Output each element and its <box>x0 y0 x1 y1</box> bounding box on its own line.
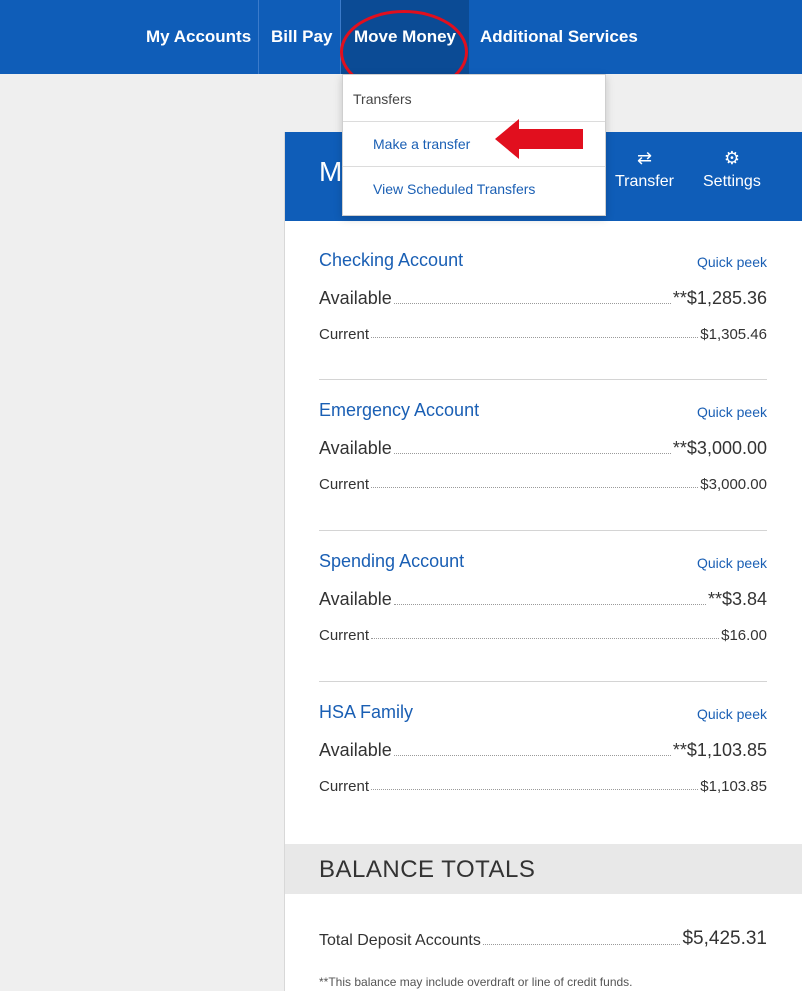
available-label: Available <box>319 288 392 308</box>
leader-dots <box>393 604 706 605</box>
leader-dots <box>371 487 699 488</box>
current-row: Current $16.00 <box>319 627 767 644</box>
make-transfer-link[interactable]: Make a transfer <box>373 136 470 152</box>
available-label: Available <box>319 740 392 760</box>
current-label: Current <box>319 627 370 644</box>
available-balance: **$1,103.85 <box>672 740 767 760</box>
red-arrow-icon <box>495 119 583 159</box>
available-row: Available **$3,000.00 <box>319 438 767 459</box>
transfer-label: Transfer <box>615 173 674 190</box>
settings-label: Settings <box>703 173 761 190</box>
quick-peek-link[interactable]: Quick peek <box>697 555 767 571</box>
account-card: Checking Account Quick peek Available **… <box>319 250 767 360</box>
nav-additional-services[interactable]: Additional Services <box>480 0 638 74</box>
gear-icon: ⚙ <box>723 148 740 168</box>
account-name[interactable]: Checking Account <box>319 250 463 271</box>
transfer-icon: ⇄ <box>636 148 653 168</box>
account-divider <box>319 530 767 531</box>
available-balance: **$3,000.00 <box>672 438 767 458</box>
current-balance: $16.00 <box>721 627 767 644</box>
leader-dots <box>371 337 699 338</box>
current-balance: $1,305.46 <box>700 326 767 343</box>
current-label: Current <box>319 778 370 795</box>
total-deposit-value: $5,425.31 <box>682 928 767 949</box>
available-row: Available **$1,103.85 <box>319 740 767 761</box>
transfer-button[interactable]: ⇄ Transfer <box>615 148 674 191</box>
current-row: Current $1,103.85 <box>319 778 767 795</box>
quick-peek-link[interactable]: Quick peek <box>697 254 767 270</box>
quick-peek-link[interactable]: Quick peek <box>697 706 767 722</box>
quick-peek-link[interactable]: Quick peek <box>697 404 767 420</box>
account-divider <box>319 379 767 380</box>
account-divider <box>319 681 767 682</box>
balance-footnote: **This balance may include overdraft or … <box>319 975 633 989</box>
leader-dots <box>393 303 671 304</box>
current-label: Current <box>319 326 370 343</box>
current-row: Current $1,305.46 <box>319 326 767 343</box>
current-balance: $3,000.00 <box>700 476 767 493</box>
available-balance: **$1,285.36 <box>672 288 767 308</box>
leader-dots <box>393 755 671 756</box>
accounts-panel: M ⇄ Transfer ⚙ Settings Checking Account… <box>284 132 802 991</box>
current-balance: $1,103.85 <box>700 778 767 795</box>
total-deposit-label: Total Deposit Accounts <box>319 932 481 949</box>
current-label: Current <box>319 476 370 493</box>
account-name[interactable]: Emergency Account <box>319 400 479 421</box>
available-balance: **$3.84 <box>707 589 767 609</box>
available-row: Available **$1,285.36 <box>319 288 767 309</box>
nav-move-money[interactable]: Move Money <box>341 0 469 74</box>
settings-button[interactable]: ⚙ Settings <box>703 148 761 191</box>
view-scheduled-transfers-link[interactable]: View Scheduled Transfers <box>373 181 535 197</box>
account-name[interactable]: Spending Account <box>319 551 464 572</box>
account-card: HSA Family Quick peek Available **$1,103… <box>319 702 767 812</box>
dropdown-divider <box>343 166 605 167</box>
account-card: Spending Account Quick peek Available **… <box>319 551 767 661</box>
balance-totals-header: BALANCE TOTALS <box>285 844 802 894</box>
nav-bill-pay[interactable]: Bill Pay <box>271 0 332 74</box>
leader-dots <box>482 944 681 945</box>
current-row: Current $3,000.00 <box>319 476 767 493</box>
available-label: Available <box>319 438 392 458</box>
leader-dots <box>393 453 671 454</box>
dropdown-header: Transfers <box>353 91 412 107</box>
panel-title: M <box>319 156 343 187</box>
account-name[interactable]: HSA Family <box>319 702 413 723</box>
nav-my-accounts[interactable]: My Accounts <box>146 0 251 74</box>
total-deposit-row: Total Deposit Accounts $5,425.31 <box>319 928 767 950</box>
nav-divider <box>258 0 259 74</box>
available-row: Available **$3.84 <box>319 589 767 610</box>
leader-dots <box>371 789 699 790</box>
account-card: Emergency Account Quick peek Available *… <box>319 400 767 510</box>
balance-totals-title: BALANCE TOTALS <box>319 856 536 883</box>
available-label: Available <box>319 589 392 609</box>
top-nav: My Accounts Bill Pay Move Money Addition… <box>0 0 802 74</box>
leader-dots <box>371 638 720 639</box>
